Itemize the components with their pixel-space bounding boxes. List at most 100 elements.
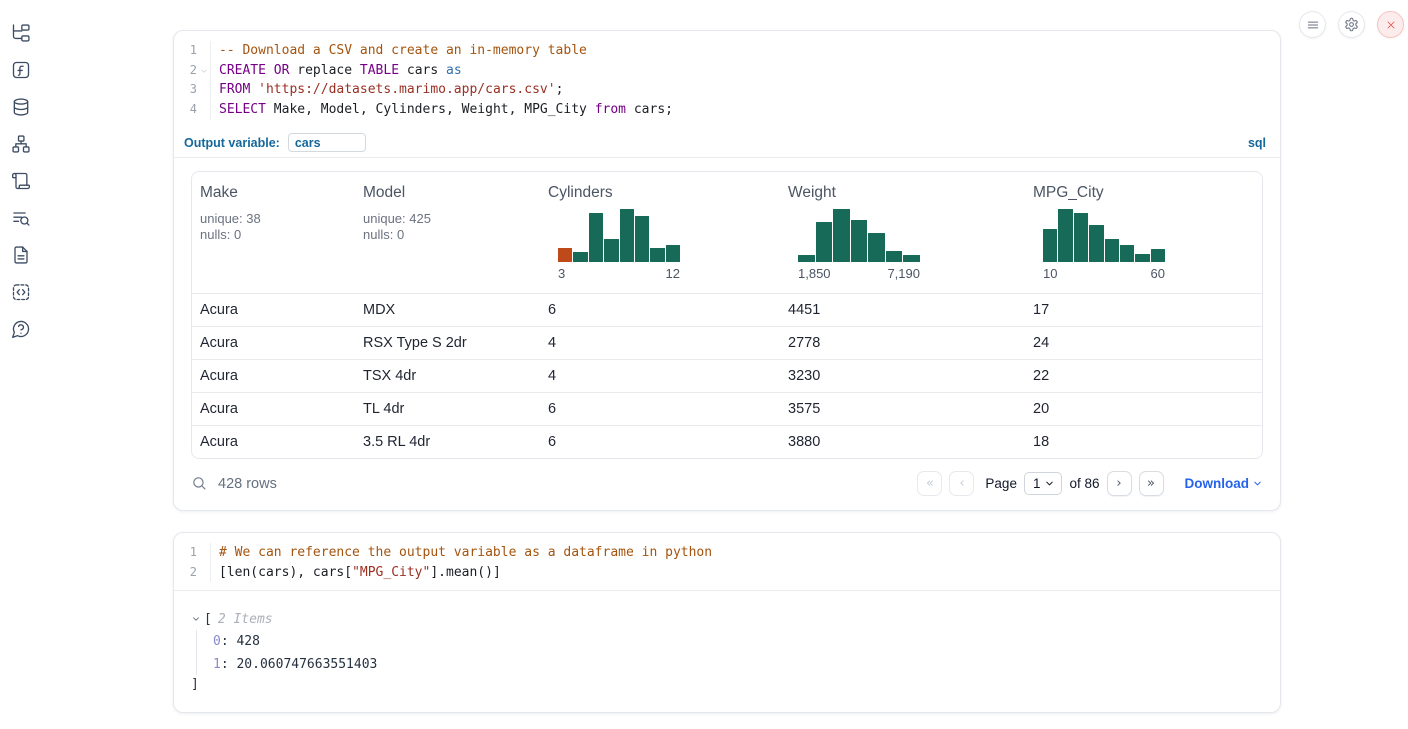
table-row[interactable]: AcuraRSX Type S 2dr4277824: [192, 326, 1262, 359]
sidebar-snippets-button[interactable]: [10, 281, 31, 302]
data-table: Make unique: 38nulls: 0Modelunique: 425nu…: [191, 171, 1263, 459]
sidebar-dependency-graph-button[interactable]: [10, 133, 31, 154]
prev-page-button[interactable]: ‹: [949, 471, 974, 496]
fold-gutter: [197, 563, 210, 583]
fold-gutter: [197, 100, 210, 120]
page-select-value: 1: [1033, 476, 1041, 491]
histogram-max-label: 60: [1151, 265, 1165, 282]
column-stats: unique: 425nulls: 0: [363, 211, 540, 244]
entry-value: 20.060747663551403: [236, 657, 377, 672]
table-cell: 18: [1025, 434, 1262, 450]
notebook-menu-button[interactable]: [1299, 11, 1326, 38]
fold-chevron-icon[interactable]: [197, 61, 210, 81]
column-header-make[interactable]: Make unique: 38nulls: 0: [192, 184, 355, 282]
datasources-icon: [11, 97, 31, 117]
column-name: Make: [200, 184, 355, 202]
table-cell: 17: [1025, 302, 1262, 318]
chevron-down-icon: [1252, 478, 1263, 489]
table-cell: 6: [540, 434, 780, 450]
output-variable-input[interactable]: cars: [288, 133, 366, 152]
histogram-bar: [1120, 245, 1134, 262]
table-cell: Acura: [192, 434, 355, 450]
output-variable-row: Output variable: cars sql: [174, 129, 1280, 158]
python-code-editor[interactable]: 1# We can reference the output variable …: [174, 533, 1280, 591]
menu-icon: [1306, 18, 1320, 32]
histogram-bar: [816, 222, 833, 262]
table-cell: Acura: [192, 401, 355, 417]
entry-index: 1: [213, 657, 221, 672]
histogram-bar: [589, 213, 603, 262]
sidebar-logs-button[interactable]: [10, 207, 31, 228]
chevron-down-icon: [1044, 478, 1055, 489]
table-body: AcuraMDX6445117AcuraRSX Type S 2dr427782…: [192, 293, 1262, 458]
column-histogram[interactable]: 312: [558, 209, 680, 282]
code-text: -- Download a CSV and create an in-memor…: [210, 41, 1280, 61]
column-histogram[interactable]: 1,8507,190: [798, 209, 920, 282]
column-header-model[interactable]: Modelunique: 425nulls: 0: [355, 184, 540, 282]
first-page-button[interactable]: «: [917, 471, 942, 496]
histogram-bars: [798, 209, 920, 262]
sql-language-badge[interactable]: sql: [1248, 136, 1266, 150]
python-cell: 1 # We can reference the output variable …: [173, 532, 1281, 713]
unique-count: unique: 38: [200, 211, 355, 228]
table-row[interactable]: Acura3.5 RL 4dr6388018: [192, 425, 1262, 458]
column-name: MPG_City: [1033, 184, 1262, 202]
close-icon: [1385, 19, 1397, 31]
line-number: 2: [174, 563, 197, 583]
histogram-bar: [1058, 209, 1072, 262]
code-text: [len(cars), cars["MPG_City"].mean()]: [210, 563, 1280, 583]
column-stats: unique: 38nulls: 0: [200, 211, 355, 244]
column-header-mpg_city[interactable]: MPG_City 1060: [1025, 184, 1262, 282]
last-page-button[interactable]: »: [1139, 471, 1164, 496]
histogram-range-labels: 1060: [1043, 265, 1165, 282]
list-items-count: 2 Items: [218, 612, 273, 627]
line-number: 3: [174, 80, 197, 100]
sidebar-scratchpad-button[interactable]: [10, 244, 31, 265]
table-cell: TL 4dr: [355, 401, 540, 417]
sidebar-documentation-button[interactable]: [10, 170, 31, 191]
column-name: Weight: [788, 184, 1025, 202]
sidebar-help-button[interactable]: [10, 318, 31, 339]
histogram-bar: [868, 233, 885, 262]
histogram-bars: [1043, 209, 1165, 262]
histogram-range-labels: 312: [558, 265, 680, 282]
logs-icon: [11, 208, 31, 228]
page-total: of 86: [1069, 476, 1099, 491]
table-cell: 20: [1025, 401, 1262, 417]
histogram-bar: [650, 248, 664, 262]
gear-icon: [1344, 17, 1359, 32]
table-cell: Acura: [192, 302, 355, 318]
table-cell: TSX 4dr: [355, 368, 540, 384]
sidebar-functions-button[interactable]: [10, 59, 31, 80]
table-cell: 3.5 RL 4dr: [355, 434, 540, 450]
histogram-bar: [833, 209, 850, 262]
sidebar: [10, 22, 31, 339]
table-cell: 22: [1025, 368, 1262, 384]
null-count: nulls: 0: [200, 227, 355, 244]
list-close-bracket: ]: [191, 675, 1262, 695]
histogram-bar: [798, 255, 815, 262]
page-select[interactable]: 1: [1024, 472, 1063, 495]
histogram-max-label: 12: [666, 265, 680, 282]
sidebar-file-tree-button[interactable]: [10, 22, 31, 43]
next-page-button[interactable]: ›: [1107, 471, 1132, 496]
line-number: 4: [174, 100, 197, 120]
settings-button[interactable]: [1338, 11, 1365, 38]
table-row[interactable]: AcuraTSX 4dr4323022: [192, 359, 1262, 392]
sidebar-datasources-button[interactable]: [10, 96, 31, 117]
search-icon[interactable]: [191, 475, 208, 492]
shutdown-button[interactable]: [1377, 11, 1404, 38]
histogram-bar: [620, 209, 634, 262]
code-text: # We can reference the output variable a…: [210, 543, 1280, 563]
code-line: 2CREATE OR replace TABLE cars as: [174, 61, 1280, 81]
histogram-bar: [1074, 213, 1088, 262]
column-header-weight[interactable]: Weight 1,8507,190: [780, 184, 1025, 282]
table-row[interactable]: AcuraMDX6445117: [192, 293, 1262, 326]
column-header-cylinders[interactable]: Cylinders312: [540, 184, 780, 282]
table-row[interactable]: AcuraTL 4dr6357520: [192, 392, 1262, 425]
column-histogram[interactable]: 1060: [1043, 209, 1165, 282]
sql-code-editor[interactable]: 1-- Download a CSV and create an in-memo…: [174, 31, 1280, 129]
collapse-icon[interactable]: [191, 614, 204, 624]
download-button[interactable]: Download: [1185, 476, 1264, 491]
topbar-controls: [1299, 11, 1404, 38]
